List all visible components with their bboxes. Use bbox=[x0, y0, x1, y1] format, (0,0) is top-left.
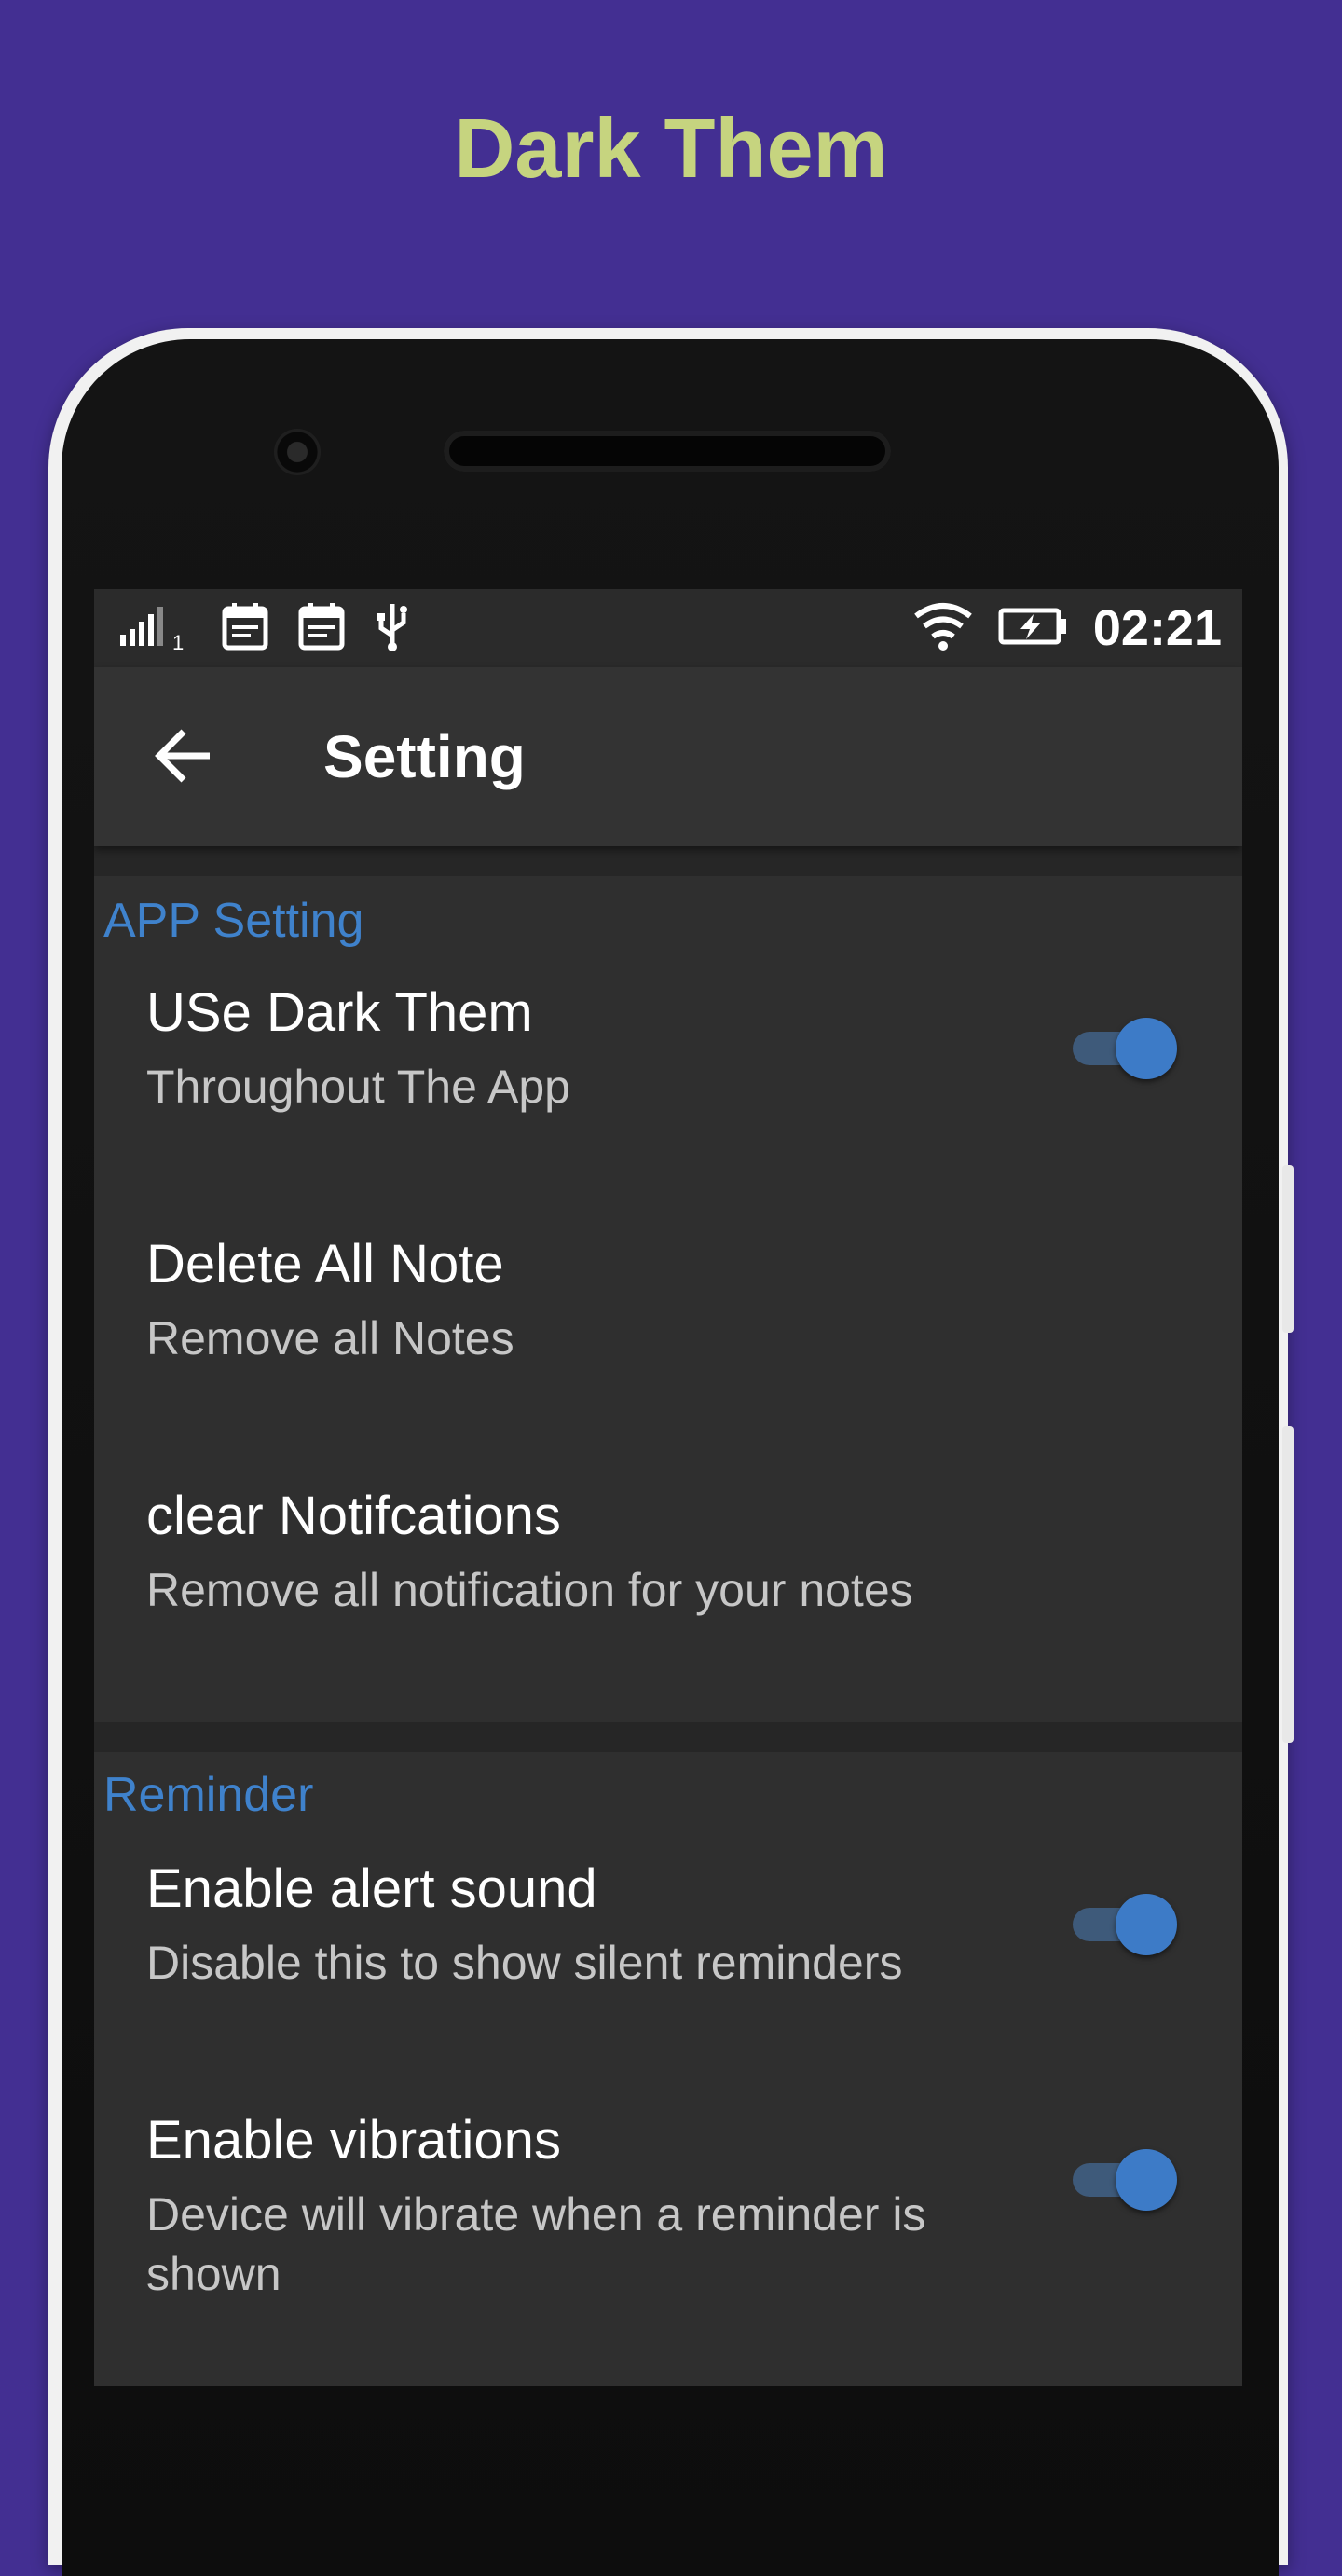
usb-icon bbox=[374, 600, 411, 657]
toggle-thumb bbox=[1116, 1018, 1177, 1079]
setting-summary: Disable this to show silent reminders bbox=[146, 1937, 903, 1989]
setting-delete-all-notes[interactable]: Delete All Note Remove all Notes bbox=[94, 1232, 1242, 1474]
setting-summary: Remove all notification for your notes bbox=[146, 1564, 913, 1616]
volume-button bbox=[1282, 1165, 1294, 1333]
section-header-app-setting: APP Setting bbox=[103, 894, 364, 948]
setting-summary: Throughout The App bbox=[146, 1061, 570, 1113]
section-divider bbox=[94, 1722, 1242, 1752]
calendar-icon bbox=[221, 601, 269, 656]
phone-screen: 1 02:21 Setting APP Setting USe Dark The… bbox=[94, 589, 1242, 2386]
calendar-icon bbox=[297, 601, 346, 656]
front-camera bbox=[274, 429, 321, 475]
power-button bbox=[1282, 1426, 1294, 1743]
signal-sim-label: 1 bbox=[172, 631, 185, 654]
vibrations-toggle[interactable] bbox=[1069, 2149, 1181, 2211]
setting-summary: Device will vibrate when a reminder is s… bbox=[146, 2188, 926, 2300]
setting-dark-theme[interactable]: USe Dark Them Throughout The App bbox=[94, 980, 1242, 1223]
arrow-back-icon[interactable] bbox=[152, 723, 217, 788]
app-bar: Setting bbox=[94, 667, 1242, 846]
status-right: 02:21 bbox=[912, 598, 1222, 658]
earpiece-speaker bbox=[444, 431, 891, 472]
setting-title: Delete All Note bbox=[146, 1234, 504, 1295]
promo-headline: Dark Them bbox=[454, 103, 888, 196]
status-time: 02:21 bbox=[1092, 600, 1222, 656]
alert-sound-toggle[interactable] bbox=[1069, 1894, 1181, 1955]
setting-clear-notifications[interactable]: clear Notifcations Remove all notificati… bbox=[94, 1484, 1242, 1670]
section-divider bbox=[94, 846, 1242, 876]
setting-alert-sound[interactable]: Enable alert sound Disable this to show … bbox=[94, 1857, 1242, 2099]
section-header-reminder: Reminder bbox=[103, 1768, 314, 1822]
setting-title: clear Notifcations bbox=[146, 1486, 561, 1546]
setting-vibrations[interactable]: Enable vibrations Device will vibrate wh… bbox=[94, 2108, 1242, 2386]
toggle-thumb bbox=[1116, 2149, 1177, 2211]
battery-charging-icon bbox=[998, 606, 1069, 651]
dark-theme-toggle[interactable] bbox=[1069, 1018, 1181, 1079]
wifi-icon bbox=[912, 601, 974, 656]
toggle-thumb bbox=[1116, 1894, 1177, 1955]
setting-title: Enable vibrations bbox=[146, 2110, 561, 2171]
setting-title: Enable alert sound bbox=[146, 1858, 597, 1919]
status-bar: 1 02:21 bbox=[94, 589, 1242, 667]
page-title: Setting bbox=[323, 723, 526, 790]
setting-title: USe Dark Them bbox=[146, 982, 533, 1043]
status-left: 1 bbox=[118, 598, 411, 658]
setting-summary: Remove all Notes bbox=[146, 1312, 514, 1364]
signal-icon: 1 bbox=[118, 603, 193, 654]
